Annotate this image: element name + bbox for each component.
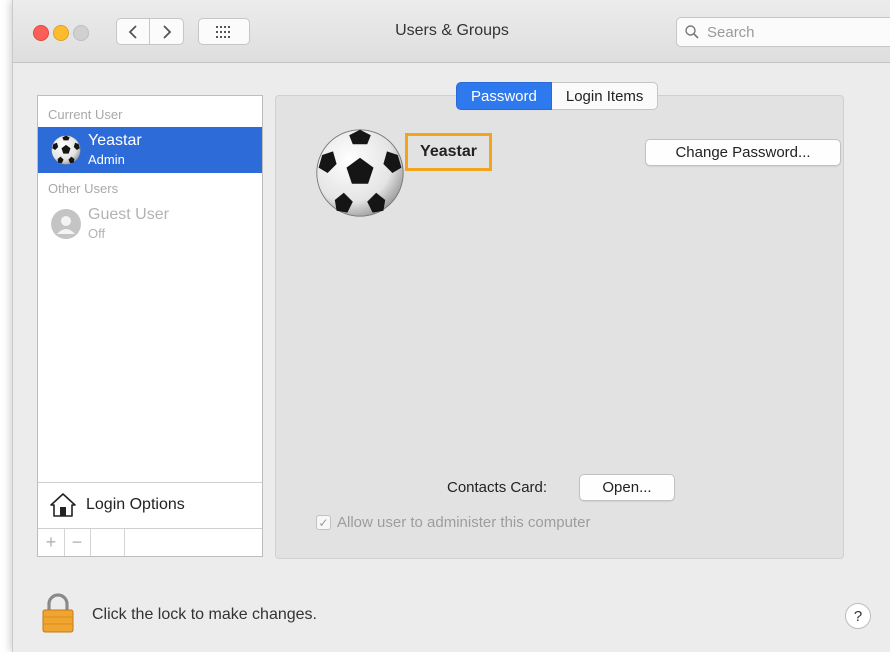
users-groups-window: Users & Groups Current User Yeastar Admi… (12, 0, 890, 652)
admin-checkbox[interactable]: ✓ (316, 515, 331, 530)
contacts-card-label: Contacts Card: (447, 479, 548, 496)
user-row-guest[interactable]: Guest User Off (38, 201, 262, 247)
search-input[interactable] (705, 22, 879, 42)
user-name-field[interactable]: Yeastar (405, 133, 492, 171)
tab-bar: Password Login Items (456, 82, 659, 110)
tab-password[interactable]: Password (456, 82, 552, 110)
user-role: Admin (88, 152, 125, 167)
search-icon (685, 25, 699, 39)
divider (124, 529, 125, 556)
tab-login-items[interactable]: Login Items (551, 82, 659, 110)
soccer-ball-avatar-large[interactable] (315, 128, 405, 218)
search-field[interactable] (676, 17, 890, 47)
user-role: Off (88, 226, 106, 241)
login-options-item[interactable]: Login Options (38, 482, 262, 528)
user-row-yeastar[interactable]: Yeastar Admin (38, 127, 262, 173)
lock-icon[interactable] (41, 593, 75, 633)
user-list-sidebar: Current User Yeastar Admin Other Users G… (37, 95, 263, 557)
change-password-button[interactable]: Change Password... (645, 139, 841, 166)
user-name: Yeastar (88, 132, 142, 149)
user-name: Guest User (88, 206, 169, 223)
add-user-button[interactable]: + (38, 529, 65, 556)
other-users-header: Other Users (48, 181, 119, 196)
help-button[interactable]: ? (845, 603, 871, 629)
checkmark-icon: ✓ (318, 515, 329, 530)
admin-checkbox-label: Allow user to administer this computer (337, 514, 591, 531)
house-icon (50, 493, 76, 517)
add-remove-bar: + − (38, 528, 262, 556)
remove-user-button[interactable]: − (64, 529, 91, 556)
guest-user-icon (51, 209, 81, 239)
open-contacts-button[interactable]: Open... (579, 474, 675, 501)
title-bar: Users & Groups (13, 0, 890, 63)
admin-checkbox-row[interactable]: ✓ Allow user to administer this computer (316, 514, 590, 531)
current-user-header: Current User (48, 107, 123, 122)
lock-message: Click the lock to make changes. (92, 606, 317, 623)
login-options-label: Login Options (86, 496, 185, 513)
soccer-ball-avatar (51, 135, 81, 165)
